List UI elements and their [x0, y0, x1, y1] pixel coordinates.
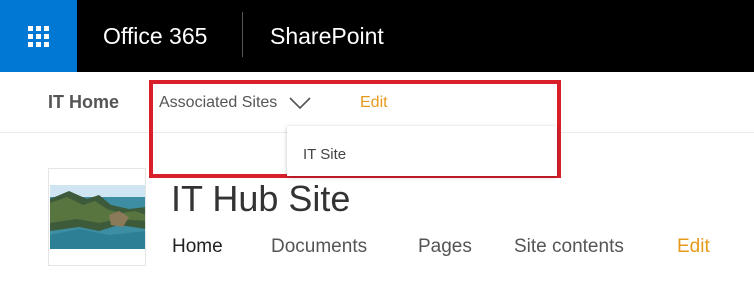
- associated-sites-dropdown: IT Site: [287, 126, 557, 176]
- site-nav-edit-link[interactable]: Edit: [677, 236, 710, 258]
- office365-brand-link[interactable]: Office 365: [103, 0, 207, 72]
- sharepoint-app-link[interactable]: SharePoint: [270, 0, 384, 72]
- app-launcher-icon: [28, 25, 49, 47]
- site-title[interactable]: IT Hub Site: [171, 178, 350, 220]
- site-logo[interactable]: [48, 168, 146, 266]
- dropdown-item-it-site[interactable]: IT Site: [303, 146, 346, 163]
- hub-home-link[interactable]: IT Home: [48, 92, 119, 113]
- site-logo-image: [49, 169, 145, 265]
- app-launcher-button[interactable]: [0, 0, 77, 72]
- suite-bar: Office 365 SharePoint: [0, 0, 754, 72]
- site-nav-home[interactable]: Home: [172, 236, 223, 258]
- site-nav-site-contents[interactable]: Site contents: [514, 236, 624, 258]
- suite-divider: [242, 12, 243, 57]
- site-nav-pages[interactable]: Pages: [418, 236, 472, 258]
- site-nav-documents[interactable]: Documents: [271, 236, 367, 258]
